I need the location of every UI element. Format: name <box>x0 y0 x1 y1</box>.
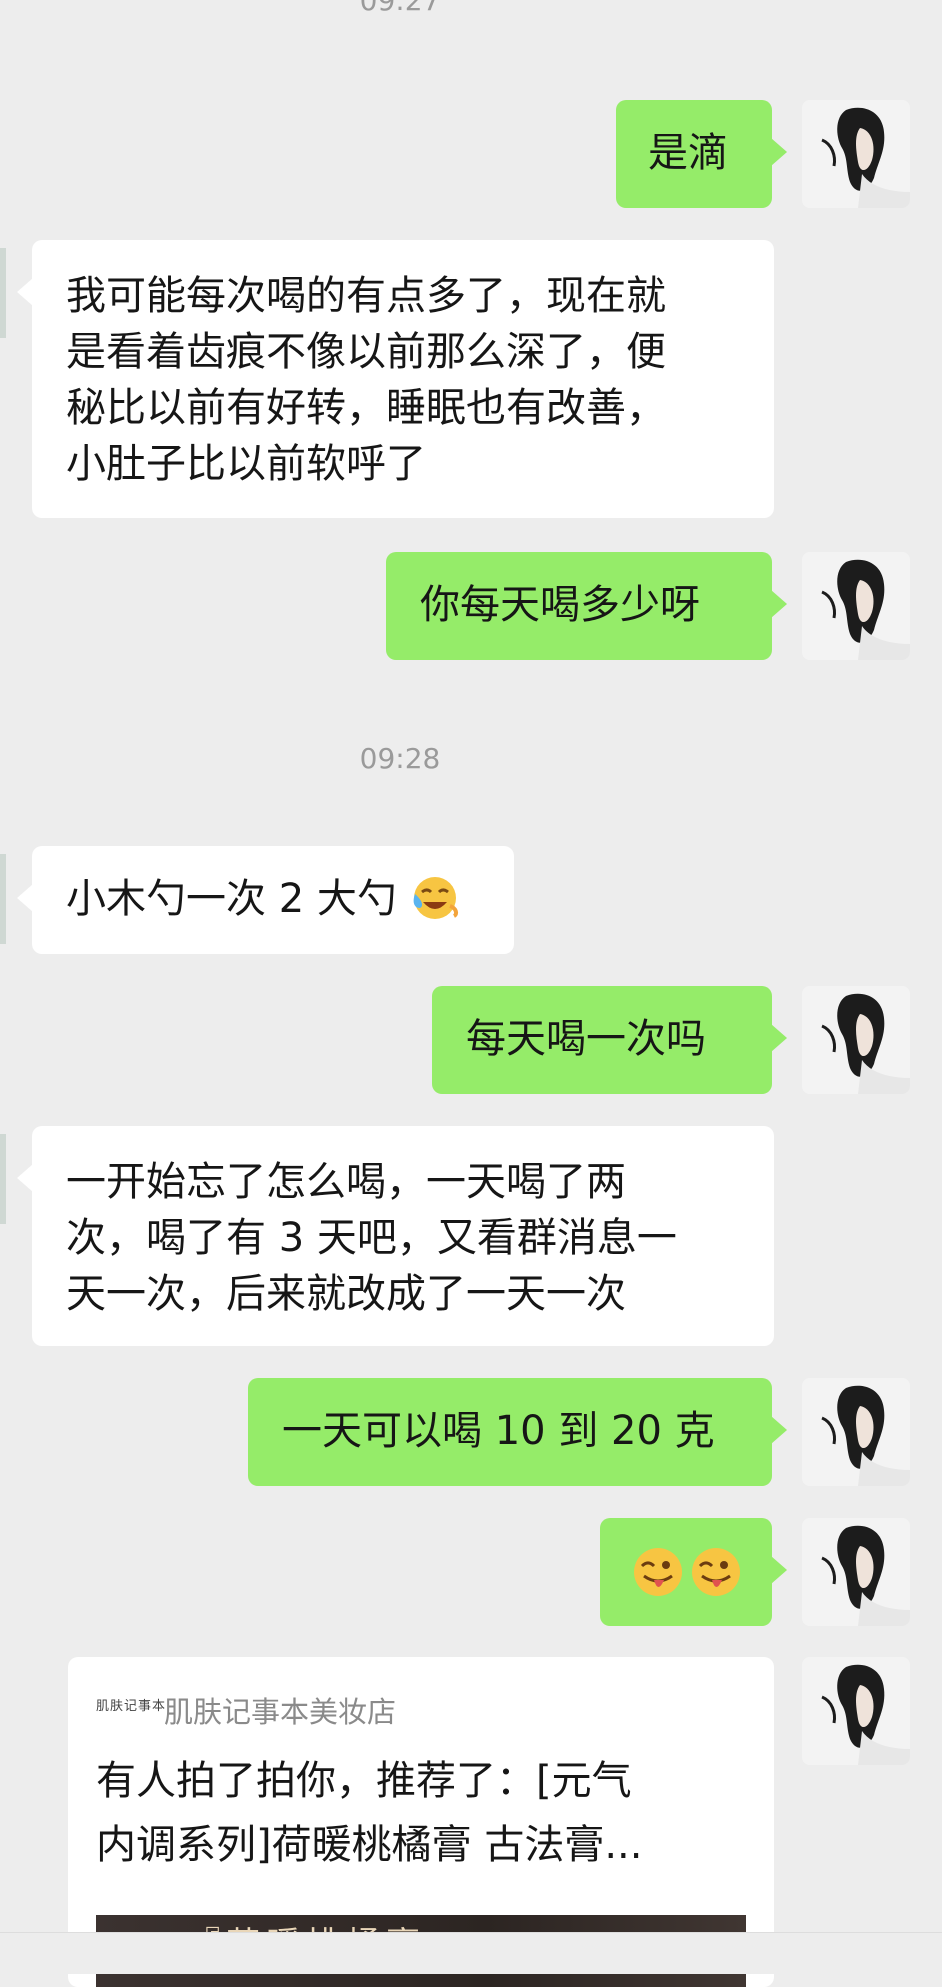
avatar-other-edge <box>0 1134 6 1224</box>
avatar-photo-icon <box>802 552 910 660</box>
timestamp-top: 09:27 <box>0 0 800 14</box>
card-title: 有人拍了拍你，推荐了：[元气 内调系列]荷暖桃橘膏 古法膏... <box>96 1749 756 1877</box>
message-line: 我可能每次喝的有点多了，现在就 <box>66 273 666 319</box>
timestamp: 09:28 <box>359 742 441 775</box>
message-text: 每天喝一次吗 <box>466 1016 706 1062</box>
message-bubble-sent[interactable]: 一天可以喝 10 到 20 克 <box>248 1378 787 1486</box>
message-line: 小肚子比以前软呼了 <box>66 441 426 487</box>
avatar-self[interactable] <box>802 986 910 1094</box>
card-title-line: 有人拍了拍你，推荐了：[元气 <box>96 1758 632 1804</box>
sweat-laugh-emoji-icon <box>413 877 458 919</box>
bottom-input-bar-edge <box>0 1932 942 1974</box>
message-bubble-received[interactable]: 我可能每次喝的有点多了，现在就 是看着齿痕不像以前那么深了，便 秘比以前有好转，… <box>17 240 774 518</box>
avatar-photo-icon <box>802 1657 910 1765</box>
message-text: 小木勺一次 2 大勺 <box>66 876 397 922</box>
winking-tongue-emoji-icon <box>634 1548 740 1596</box>
avatar-other-edge <box>0 854 6 944</box>
message-line: 天一次，后来就改成了一天一次 <box>66 1271 626 1317</box>
avatar-photo-icon <box>802 100 910 208</box>
avatar-self[interactable] <box>802 100 910 208</box>
message-line: 次，喝了有 3 天吧，又看群消息一 <box>66 1215 677 1261</box>
message-text: 一天可以喝 10 到 20 克 <box>282 1408 715 1454</box>
message-text: 你每天喝多少呀 <box>420 582 700 628</box>
card-title-line: 内调系列]荷暖桃橘膏 古法膏... <box>96 1822 643 1868</box>
message-bubble-sent[interactable]: 每天喝一次吗 <box>432 986 787 1094</box>
message-bubble-sent[interactable]: 是滴 <box>616 100 787 208</box>
message-line: 是看着齿痕不像以前那么深了，便 <box>66 329 666 375</box>
message-text: 是滴 <box>648 130 728 176</box>
message-bubble-sent-emoji[interactable] <box>600 1518 787 1626</box>
message-line: 一开始忘了怎么喝，一天喝了两 <box>66 1159 626 1205</box>
avatar-photo-icon <box>802 1378 910 1486</box>
avatar-photo-icon <box>802 986 910 1094</box>
message-line: 秘比以前有好转，睡眠也有改善， <box>66 385 666 431</box>
message-bubble-received[interactable]: 小木勺一次 2 大勺 <box>17 846 514 954</box>
avatar-other-edge <box>0 248 6 338</box>
avatar-self[interactable] <box>802 1378 910 1486</box>
message-bubble-sent[interactable]: 你每天喝多少呀 <box>386 552 787 660</box>
avatar-self[interactable] <box>802 1518 910 1626</box>
shop-logo: 肌肤记事本 <box>96 1699 167 1714</box>
shop-name: 肌肤记事本美妆店 <box>164 1695 397 1729</box>
message-bubble-received[interactable]: 一开始忘了怎么喝，一天喝了两 次，喝了有 3 天吧，又看群消息一 天一次，后来就… <box>17 1126 774 1346</box>
avatar-self[interactable] <box>802 1657 910 1765</box>
avatar-self[interactable] <box>802 552 910 660</box>
avatar-photo-icon <box>802 1518 910 1626</box>
chat-area[interactable]: 09:27 是滴 我可能每次喝的有点多了，现在就 是看着齿痕不像以前那么深了，便… <box>0 0 942 1987</box>
